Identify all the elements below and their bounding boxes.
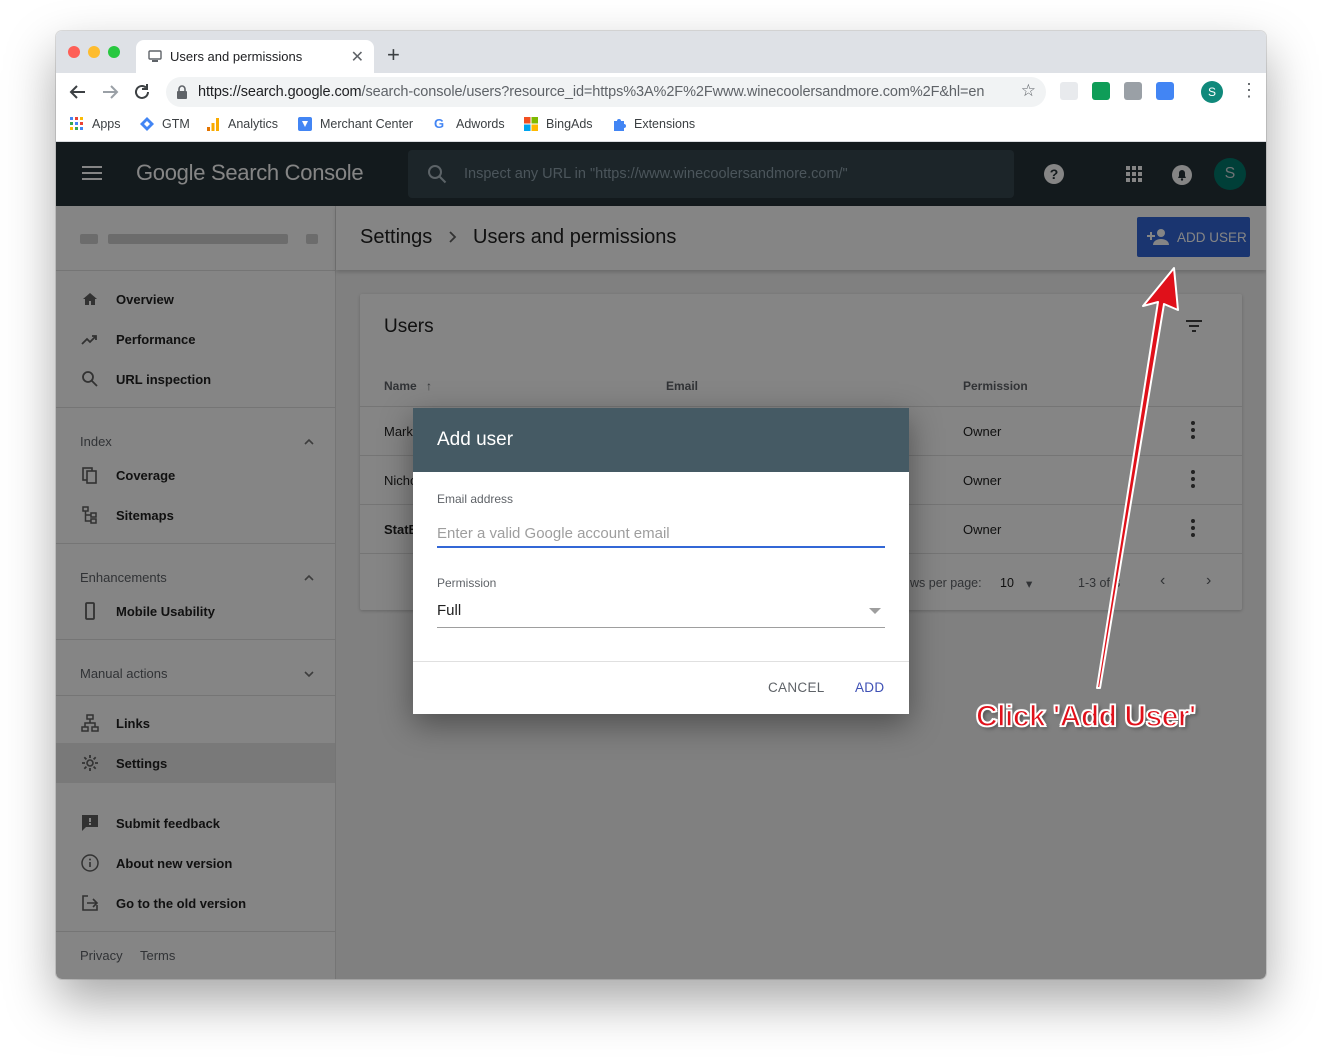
bookmark-adwords[interactable]: G Adwords	[434, 116, 505, 132]
extension-icon-1[interactable]	[1060, 82, 1078, 100]
reload-icon[interactable]	[132, 82, 152, 102]
tab-title: Users and permissions	[170, 49, 303, 64]
annotation-text: Click 'Add User'	[975, 699, 1197, 734]
bookmark-apps[interactable]: Apps	[70, 117, 121, 131]
email-field[interactable]	[437, 520, 885, 548]
tab-bar: Users and permissions ✕ +	[56, 31, 1266, 73]
dialog-header: Add user	[413, 408, 909, 472]
google-g-icon: G	[434, 116, 445, 131]
bingads-icon	[524, 117, 538, 131]
bookmark-extensions[interactable]: Extensions	[612, 117, 695, 131]
email-label: Email address	[437, 492, 514, 506]
bookmarks-bar: Apps GTM Analytics Merchant Center G Adw…	[56, 111, 1266, 142]
add-user-dialog: Add user Email address Permission Full C…	[413, 408, 909, 714]
url-text: https://search.google.com/search-console…	[198, 84, 985, 100]
close-window-button[interactable]	[68, 46, 80, 58]
cancel-button[interactable]: CANCEL	[768, 680, 825, 695]
permission-label: Permission	[437, 576, 497, 590]
apps-grid-icon	[70, 117, 83, 130]
back-arrow-icon[interactable]	[68, 82, 88, 102]
extension-icon-4[interactable]	[1156, 82, 1174, 100]
permission-select[interactable]: Full	[437, 598, 885, 628]
maximize-window-button[interactable]	[108, 46, 120, 58]
add-button[interactable]: ADD	[855, 680, 884, 695]
browser-tab[interactable]: Users and permissions ✕	[136, 40, 374, 73]
extension-icon-3[interactable]	[1124, 82, 1142, 100]
new-tab-button[interactable]: +	[387, 42, 400, 68]
forward-arrow-icon[interactable]	[100, 82, 120, 102]
merchant-center-icon	[298, 117, 312, 131]
dialog-title: Add user	[437, 429, 514, 450]
analytics-icon	[207, 118, 219, 131]
gtm-icon	[140, 117, 154, 131]
bookmark-star-icon[interactable]: ☆	[1021, 81, 1036, 101]
puzzle-icon	[614, 119, 626, 131]
bookmark-analytics[interactable]: Analytics	[206, 117, 278, 131]
browser-profile-avatar[interactable]: S	[1201, 81, 1223, 103]
minimize-window-button[interactable]	[88, 46, 100, 58]
lock-icon	[177, 85, 187, 99]
search-console-favicon-icon	[148, 50, 162, 62]
bookmark-bingads[interactable]: BingAds	[524, 117, 593, 131]
bookmark-merchant-center[interactable]: Merchant Center	[298, 117, 413, 131]
dropdown-caret-icon	[869, 608, 881, 614]
permission-value: Full	[437, 602, 462, 619]
tab-close-icon[interactable]: ✕	[351, 47, 364, 67]
browser-toolbar: https://search.google.com/search-console…	[56, 73, 1266, 111]
extension-icon-2[interactable]	[1092, 82, 1110, 100]
address-bar[interactable]: https://search.google.com/search-console…	[166, 77, 1046, 107]
bookmark-gtm[interactable]: GTM	[140, 117, 190, 131]
browser-menu-icon[interactable]: ⋮	[1240, 80, 1258, 101]
